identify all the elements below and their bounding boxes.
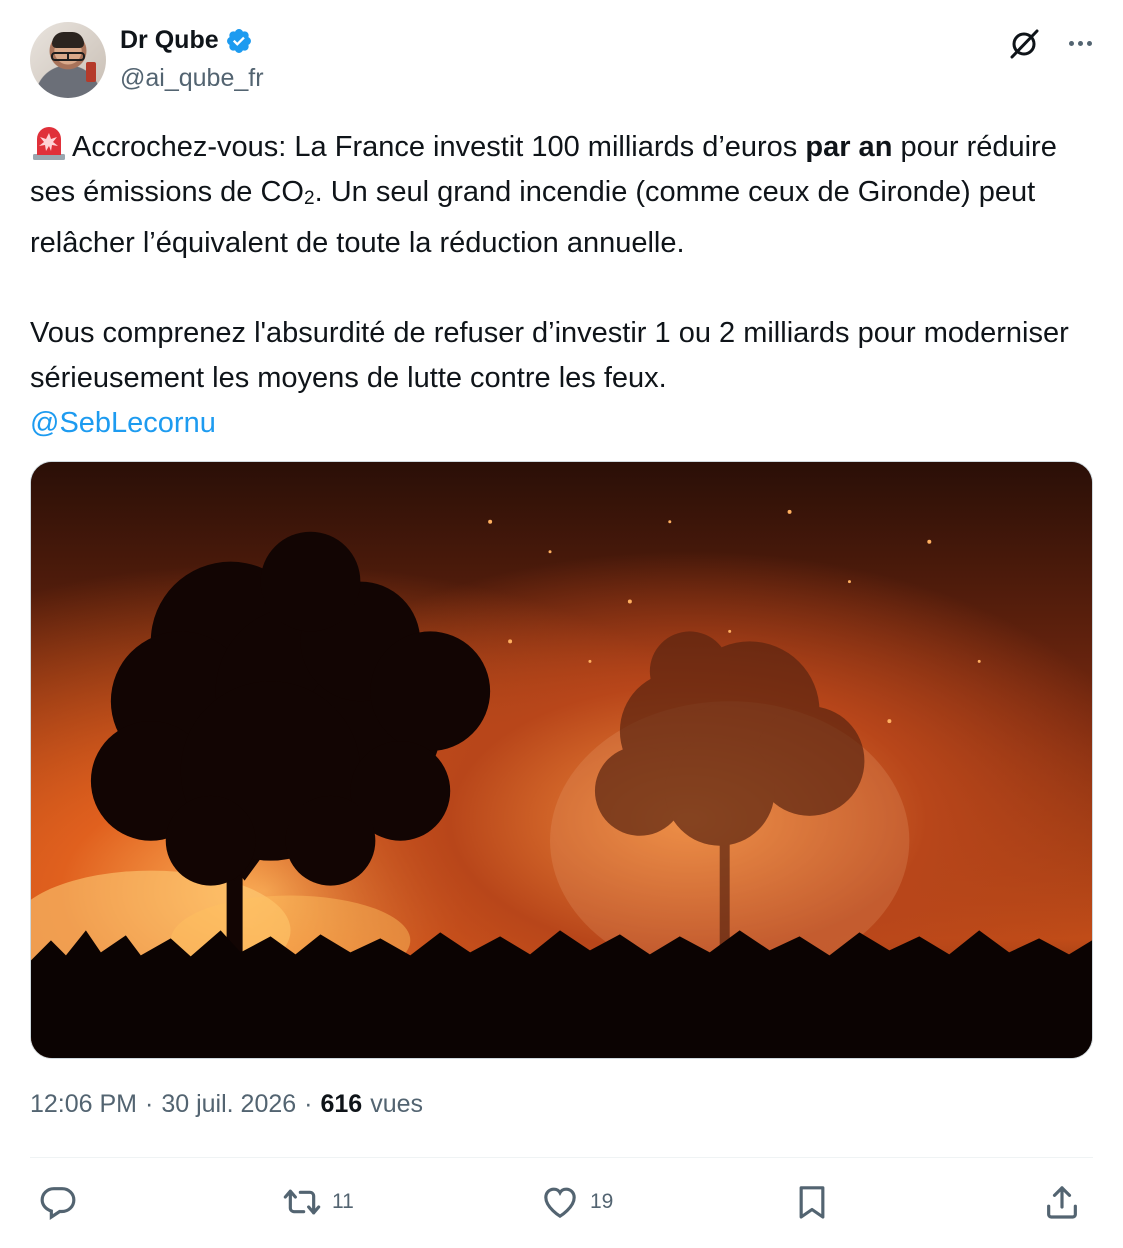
divider bbox=[30, 1157, 1093, 1158]
tweet-photo[interactable] bbox=[30, 461, 1093, 1059]
tweet-time[interactable]: 12:06 PM bbox=[30, 1090, 137, 1119]
retweet-button[interactable]: 11 bbox=[282, 1182, 354, 1222]
reply-button[interactable] bbox=[38, 1182, 78, 1222]
retweet-count: 11 bbox=[332, 1190, 354, 1213]
reply-icon bbox=[40, 1187, 76, 1220]
tweet-text: Accrochez-vous: La France investit 100 m… bbox=[30, 124, 1095, 446]
like-count: 19 bbox=[590, 1190, 614, 1213]
grok-icon[interactable] bbox=[1006, 26, 1042, 62]
share-button[interactable] bbox=[1042, 1182, 1082, 1222]
retweet-icon bbox=[283, 1189, 321, 1215]
tweet-actions: 11 19 bbox=[30, 1172, 1093, 1236]
mention-link[interactable]: @SebLecornu bbox=[30, 401, 1095, 446]
wildfire-photo bbox=[31, 462, 1092, 1058]
bookmark-icon bbox=[799, 1186, 825, 1219]
like-button[interactable]: 19 bbox=[540, 1182, 613, 1222]
tweet-text-bold: par an bbox=[805, 131, 893, 163]
views-count: 616 bbox=[320, 1090, 363, 1118]
tweet-text-paragraph-2: Vous comprenez l'absurdité de refuser d’… bbox=[30, 317, 1069, 394]
verified-badge-icon bbox=[226, 28, 251, 53]
avatar[interactable] bbox=[30, 22, 106, 98]
rotating-light-emoji bbox=[33, 127, 65, 160]
tweet-paragraph-2: Vous comprenez l'absurdité de refuser d’… bbox=[30, 311, 1095, 446]
author-display-name[interactable]: Dr Qube bbox=[120, 26, 219, 55]
tweet-text-part1: Accrochez-vous: La France investit 100 m… bbox=[72, 131, 806, 163]
tweet-meta: 12:06 PM · 30 juil. 2026 · 616 vues bbox=[30, 1090, 423, 1119]
meta-separator: · bbox=[304, 1090, 313, 1118]
tweet-text-subscript: 2 bbox=[304, 188, 315, 209]
meta-separator: · bbox=[145, 1090, 154, 1118]
views-label: vues bbox=[370, 1090, 424, 1118]
author-handle[interactable]: @ai_qube_fr bbox=[120, 64, 264, 93]
more-icon[interactable] bbox=[1060, 28, 1100, 58]
bookmark-button[interactable] bbox=[792, 1182, 832, 1222]
tweet-date[interactable]: 30 juil. 2026 bbox=[161, 1090, 296, 1119]
tweet-header: Dr Qube @ai_qube_fr bbox=[30, 22, 1100, 102]
heart-icon bbox=[544, 1187, 576, 1219]
share-icon bbox=[1047, 1186, 1077, 1219]
tweet-paragraph-1: Accrochez-vous: La France investit 100 m… bbox=[30, 124, 1095, 266]
author-name-row[interactable]: Dr Qube bbox=[120, 26, 253, 55]
